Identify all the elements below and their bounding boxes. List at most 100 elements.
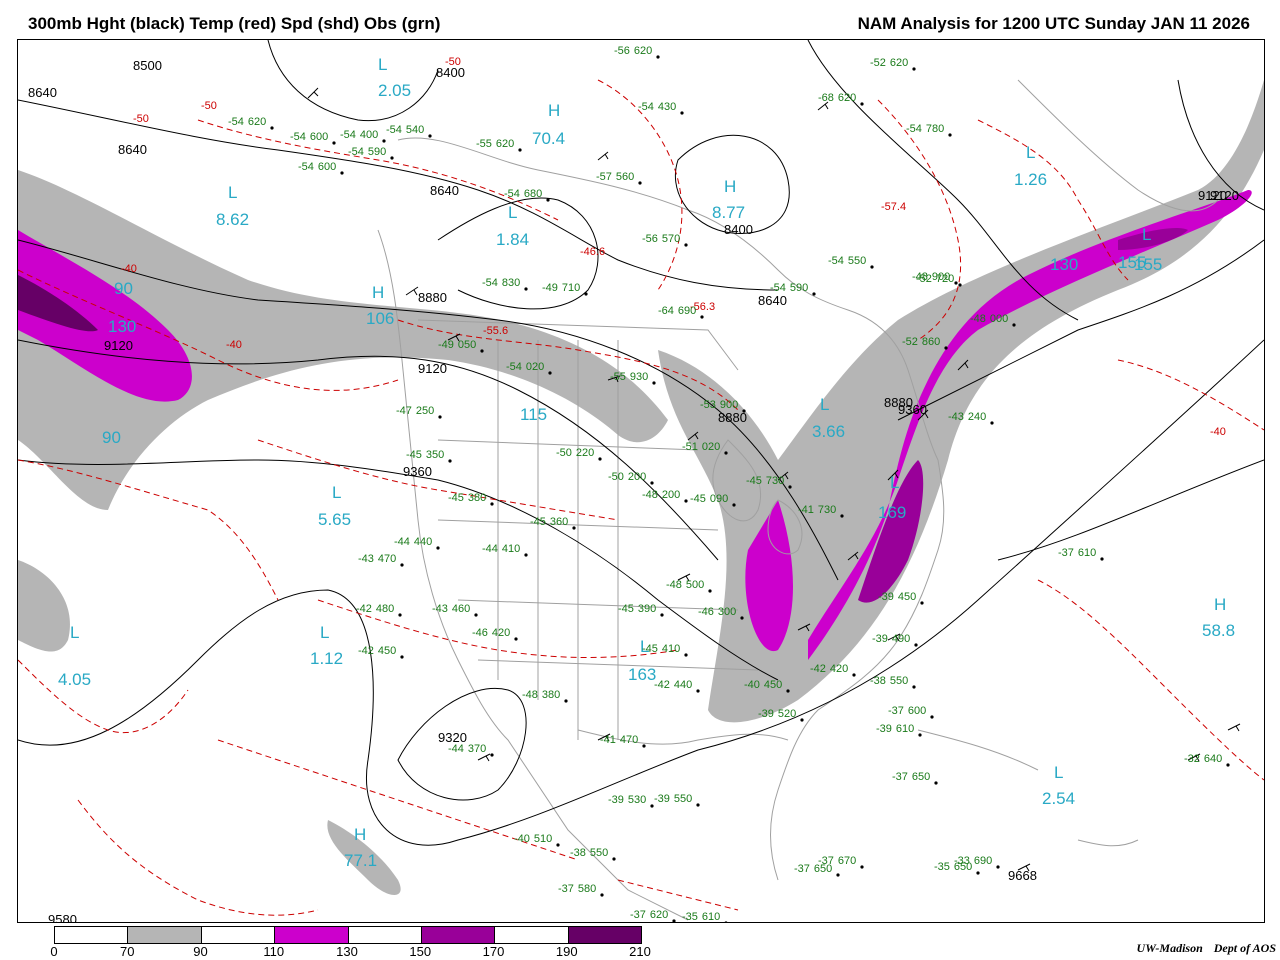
pressure-center-value: 169 [878, 503, 906, 522]
legend-swatch [495, 927, 569, 943]
pressure-center-symbol: H [1214, 595, 1226, 614]
station-dot [740, 616, 744, 620]
station-dot [332, 141, 336, 145]
station-height: 200 [662, 489, 680, 501]
station-temperature: -39 [872, 633, 888, 645]
wind-speed-legend [54, 926, 642, 944]
station-height: 610 [702, 911, 720, 922]
station-height: 350 [426, 449, 444, 461]
station-temp-height: -43 240 [948, 411, 986, 423]
legend-tick-label: 170 [482, 944, 505, 959]
station-observation: -39 610 [876, 723, 922, 737]
height-contour-label: 9120 [104, 338, 133, 353]
station-observation: -54 430 [638, 101, 684, 115]
station-temp-height: -47 250 [396, 405, 434, 417]
station-temp-height: -54 620 [228, 116, 266, 128]
station-observation: -45 390 [618, 603, 664, 617]
station-dot [652, 381, 656, 385]
station-observation: -45 350 [406, 449, 452, 463]
station-observation: -55 930 [610, 371, 656, 385]
station-dot [742, 409, 746, 413]
station-height: 620 [838, 92, 856, 104]
pressure-center-symbol: L [1026, 143, 1035, 162]
station-observation: -45 410 [642, 643, 688, 657]
speed-shade-gray-east [658, 80, 1264, 723]
station-observation: -54 590 [348, 146, 394, 160]
pressure-center-value: 155 [1134, 255, 1162, 274]
station-dot [852, 673, 856, 677]
station-height: 600 [310, 131, 328, 143]
station-temp-height: -48 000 [970, 313, 1008, 325]
station-temperature: -46 [472, 627, 488, 639]
pressure-center-value: 2.05 [378, 81, 411, 100]
station-temperature: -42 [654, 679, 670, 691]
station-dot [660, 613, 664, 617]
pressure-center-value: 3.66 [812, 422, 845, 441]
station-dot [684, 243, 688, 247]
station-dot [438, 415, 442, 419]
legend-swatch [568, 927, 641, 943]
height-contour-far-north [267, 40, 439, 122]
station-dot [930, 715, 934, 719]
station-temperature: -38 [570, 847, 586, 859]
station-dot [474, 613, 478, 617]
station-temp-height: -45 360 [530, 516, 568, 528]
station-temperature: -68 [818, 92, 834, 104]
wind-barb [477, 753, 491, 762]
station-observation: -42 420 [810, 663, 856, 677]
legend-tick-label: 150 [409, 944, 432, 959]
station-temp-height: -37 620 [630, 909, 668, 921]
station-height: 380 [542, 689, 560, 701]
station-height: 900 [720, 399, 738, 411]
station-temperature: -54 [298, 161, 314, 173]
station-dot [400, 563, 404, 567]
station-observation: -43 470 [358, 553, 404, 567]
station-temperature: -32 [1184, 753, 1200, 765]
station-dot [976, 871, 980, 875]
station-observation: -42 450 [358, 645, 404, 659]
station-temp-height: -45 410 [642, 643, 680, 655]
temperature-contour-label: -50 [445, 56, 461, 68]
height-contours [18, 40, 1264, 846]
station-dot [1012, 323, 1016, 327]
wind-speed-legend-labels: 0 70 90 110 130 150 170 190 210 [50, 944, 650, 959]
station-height: 400 [360, 129, 378, 141]
station-temp-height: -42 480 [356, 603, 394, 615]
station-temp-height: -54 400 [340, 129, 378, 141]
station-temp-height: -55 620 [476, 138, 514, 150]
station-dot [860, 102, 864, 106]
station-temp-height: -45 090 [690, 493, 728, 505]
station-height: 650 [814, 863, 832, 875]
station-dot [556, 843, 560, 847]
legend-swatch [421, 927, 496, 943]
station-temp-height: -54 780 [906, 123, 944, 135]
station-height: 410 [502, 543, 520, 555]
station-observation: -37 580 [558, 883, 604, 897]
credit-line: UW-Madison Dept of AOS [1137, 941, 1276, 956]
station-dot [680, 111, 684, 115]
pressure-center-symbol: L [228, 183, 237, 202]
station-height: 560 [616, 171, 634, 183]
station-dot [642, 744, 646, 748]
station-height: 620 [650, 909, 668, 921]
station-dot [638, 181, 642, 185]
station-height: 620 [634, 45, 652, 57]
station-temperature: -53 [700, 399, 716, 411]
station-temp-height: -38 550 [870, 675, 908, 687]
station-temperature: -50 [608, 471, 624, 483]
station-height: 540 [406, 124, 424, 136]
height-contour-label: 9120 [1198, 188, 1227, 203]
wind-barb [307, 87, 319, 99]
pressure-center-markers: L 2.05 H 70.4 L 8.62 L 1.84 L 1.26 H 106 L 5.65 L 1.12 L… [58, 55, 1235, 870]
pressure-center-value: 1.84 [496, 230, 529, 249]
height-contour-label: 8880 [718, 410, 747, 425]
station-temperature: -54 [386, 124, 402, 136]
wind-speed-label: 115 [520, 405, 547, 424]
station-height: 050 [458, 339, 476, 351]
pressure-center-value: 77.1 [344, 851, 377, 870]
station-temperature: -39 [878, 591, 894, 603]
station-temp-height: -54 590 [770, 282, 808, 294]
station-height: 550 [674, 793, 692, 805]
station-temp-height: -54 020 [506, 361, 544, 373]
station-dot [732, 503, 736, 507]
